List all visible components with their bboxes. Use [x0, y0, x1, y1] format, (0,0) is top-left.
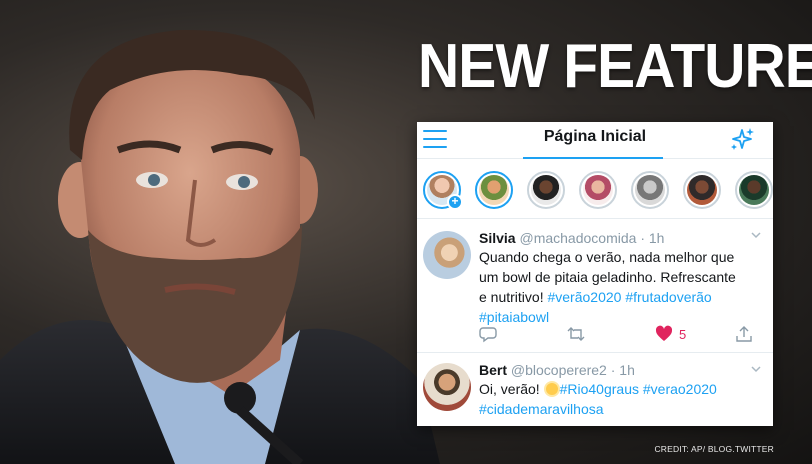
heart-icon — [655, 325, 673, 341]
tweet[interactable]: Silvia @machadocomida · 1h Quando chega … — [417, 219, 773, 353]
tweet-header: Bert @blocoperere2 · 1h — [479, 361, 763, 379]
fleet-avatar[interactable] — [527, 171, 565, 209]
like-button[interactable]: 5 — [655, 325, 686, 343]
fleet-avatar[interactable] — [735, 171, 773, 209]
sparkle-icon[interactable] — [729, 126, 755, 152]
handle[interactable]: @blocoperere2 — [511, 362, 607, 378]
tweet-actions: 5 — [479, 325, 763, 345]
retweet-icon — [567, 327, 585, 341]
fleet-avatar[interactable] — [475, 171, 513, 209]
reply-icon — [479, 327, 497, 343]
hashtag-link[interactable]: #verão2020 #frutadoverão — [547, 289, 711, 305]
tweet-line: Quando chega o verão, nada melhor que — [479, 249, 735, 265]
sun-emoji-icon — [545, 383, 558, 395]
timestamp: · 1h — [610, 362, 635, 378]
tweet-line: Oi, verão! #Rio40graus #verao2020 — [479, 379, 763, 399]
display-name[interactable]: Bert — [479, 362, 507, 378]
avatar[interactable] — [423, 363, 471, 411]
retweet-button[interactable] — [567, 325, 585, 343]
handle[interactable]: @machadocomida — [519, 230, 636, 246]
tweet-text: Oi, verão! #Rio40graus #verao2020 #cidad… — [479, 379, 763, 419]
hashtag-link[interactable]: #Rio40graus #verao2020 — [560, 381, 717, 397]
headline: NEW FEATURE — [418, 32, 812, 101]
fleets-row: + — [417, 159, 773, 219]
tweet-text-plain: e nutritivo! — [479, 289, 548, 305]
fleet-avatar[interactable] — [579, 171, 617, 209]
tweet-text: Quando chega o verão, nada melhor que um… — [479, 247, 763, 327]
avatar[interactable] — [423, 231, 471, 279]
app-top-bar: Página Inicial — [417, 122, 773, 159]
hashtag-link[interactable]: #pitaiabowl — [479, 307, 763, 327]
share-button[interactable] — [735, 325, 753, 343]
like-count: 5 — [679, 326, 687, 342]
fleet-avatar[interactable] — [683, 171, 721, 209]
share-icon — [736, 326, 752, 342]
add-fleet-icon[interactable]: + — [447, 194, 463, 210]
fleet-own[interactable]: + — [423, 171, 463, 210]
twitter-app-screenshot: Página Inicial + Silvia @machadocomida ·… — [417, 122, 773, 426]
timestamp: · 1h — [640, 230, 665, 246]
page-title: Página Inicial — [543, 128, 647, 145]
tweet-line: e nutritivo! #verão2020 #frutadoverão — [479, 287, 763, 307]
tweet-header: Silvia @machadocomida · 1h — [479, 229, 763, 247]
person-photo — [0, 0, 440, 464]
tweet[interactable]: Bert @blocoperere2 · 1h Oi, verão! #Rio4… — [417, 353, 773, 426]
photo-credit: CREDIT: AP/ BLOG.TWITTER — [654, 444, 774, 454]
fleet-avatar[interactable] — [631, 171, 669, 209]
tweet-line: um bowl de pitaia geladinho. Refrescante — [479, 269, 736, 285]
hashtag-link[interactable]: #cidademaravilhosa — [479, 399, 763, 419]
tweet-text-plain: Oi, verão! — [479, 381, 544, 397]
display-name[interactable]: Silvia — [479, 230, 516, 246]
reply-button[interactable] — [479, 325, 497, 343]
